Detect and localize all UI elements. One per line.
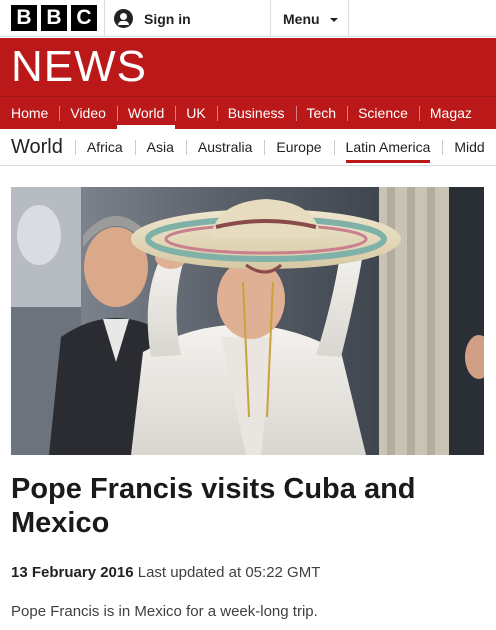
masthead-divider <box>348 0 349 37</box>
nav-item-science[interactable]: Science <box>347 97 419 129</box>
article-byline: 13 February 2016 Last updated at 05:22 G… <box>11 564 320 581</box>
article-hero-image <box>11 187 484 455</box>
nav-item-world[interactable]: World <box>116 97 176 129</box>
nav-item-business[interactable]: Business <box>216 97 296 129</box>
hero-photo-illustration <box>11 187 484 455</box>
subnav-item-africa[interactable]: Africa <box>74 129 135 165</box>
masthead: B B C Sign in Menu <box>0 0 496 37</box>
news-logo[interactable]: NEWS <box>11 44 147 90</box>
subnav-item-asia[interactable]: Asia <box>134 129 186 165</box>
bbc-logo-letter: B <box>11 5 37 31</box>
article-date: 13 February 2016 <box>11 564 134 581</box>
section-title[interactable]: World <box>0 129 75 165</box>
secondary-nav: World Africa Asia Australia Europe Latin… <box>0 129 496 166</box>
article-intro: Pope Francis is in Mexico for a week-lon… <box>11 603 318 620</box>
user-icon <box>114 9 133 28</box>
menu-button[interactable]: Menu <box>271 0 348 37</box>
chevron-down-icon <box>329 17 338 22</box>
article-last-updated: Last updated at 05:22 GMT <box>137 564 321 581</box>
bbc-logo-letter: B <box>41 5 67 31</box>
nav-item-video[interactable]: Video <box>59 97 117 129</box>
signin-button[interactable]: Sign in <box>104 0 191 37</box>
menu-label: Menu <box>283 10 320 27</box>
subnav-item-australia[interactable]: Australia <box>185 129 264 165</box>
signin-label: Sign in <box>144 10 191 27</box>
subnav-item-europe[interactable]: Europe <box>264 129 333 165</box>
nav-item-tech[interactable]: Tech <box>295 97 348 129</box>
subnav-item-latin-america[interactable]: Latin America <box>333 129 443 165</box>
bbc-logo-letter: C <box>71 5 97 31</box>
nav-item-home[interactable]: Home <box>0 97 59 129</box>
article-headline: Pope Francis visits Cuba and Mexico <box>11 473 416 539</box>
news-banner: NEWS <box>0 38 496 96</box>
nav-item-magazine[interactable]: Magaz <box>418 97 483 129</box>
primary-nav: Home Video World UK Business Tech Scienc… <box>0 96 496 129</box>
nav-item-uk[interactable]: UK <box>175 97 216 129</box>
subnav-item-middle-east[interactable]: Midd <box>442 129 496 165</box>
bbc-logo[interactable]: B B C <box>11 5 97 31</box>
